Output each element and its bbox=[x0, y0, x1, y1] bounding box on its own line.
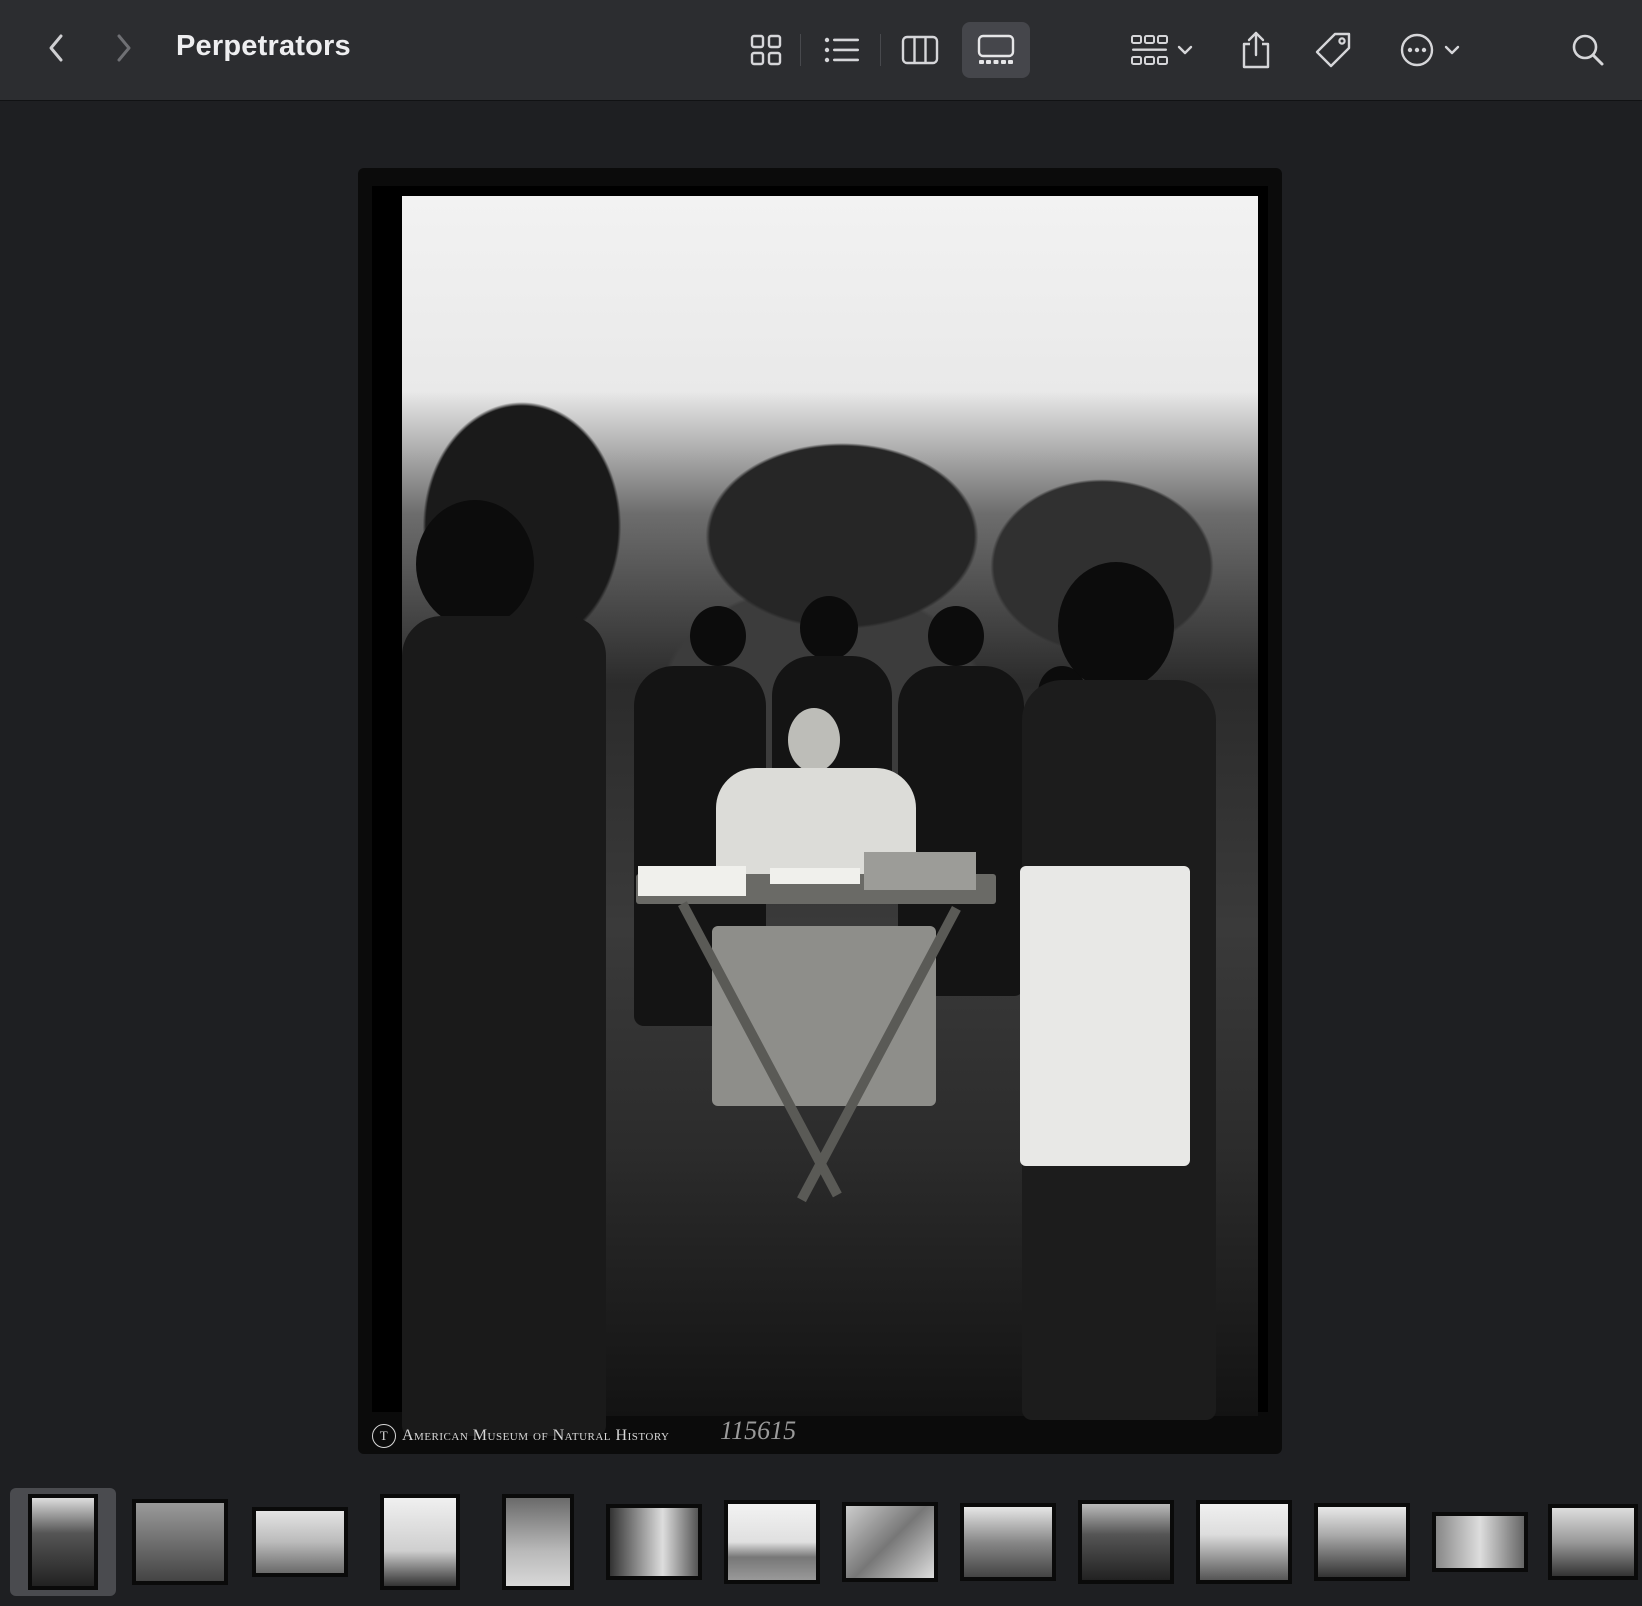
preview-pane: T American Museum of Natural History 115… bbox=[0, 102, 1642, 1482]
thumbnail-image bbox=[502, 1494, 574, 1590]
gallery-view-button[interactable] bbox=[962, 22, 1030, 78]
thumbnail[interactable] bbox=[1194, 1488, 1294, 1596]
photo-figure bbox=[416, 500, 534, 628]
photo-white-cloth bbox=[1020, 866, 1190, 1166]
photo-paper bbox=[770, 868, 860, 884]
thumbnail-image bbox=[960, 1503, 1056, 1581]
thumbnail[interactable] bbox=[1076, 1488, 1176, 1596]
thumbnail-image bbox=[1196, 1500, 1292, 1584]
thumbnail[interactable] bbox=[722, 1488, 822, 1596]
thumbnail-image bbox=[380, 1494, 460, 1590]
chevron-down-icon bbox=[1444, 45, 1460, 55]
forward-button[interactable] bbox=[104, 26, 144, 70]
toolbar-divider bbox=[880, 34, 881, 66]
share-icon bbox=[1242, 31, 1270, 69]
caption-text: American Museum of Natural History bbox=[402, 1427, 670, 1444]
thumbnail-image bbox=[28, 1494, 98, 1590]
list-view-button[interactable] bbox=[814, 24, 870, 76]
photo-figure bbox=[800, 596, 858, 660]
photo-figure bbox=[402, 616, 606, 1436]
chevron-left-icon bbox=[49, 34, 63, 62]
thumbnail[interactable] bbox=[958, 1488, 1058, 1596]
photo-figure bbox=[1058, 562, 1174, 690]
thumbnail[interactable] bbox=[1548, 1488, 1642, 1596]
thumbnail[interactable] bbox=[130, 1488, 230, 1596]
thumbnail-image bbox=[132, 1499, 228, 1585]
photo-figure bbox=[788, 708, 840, 772]
photo-paper bbox=[638, 866, 746, 896]
thumbnail-image bbox=[724, 1500, 820, 1584]
column-view-button[interactable] bbox=[892, 24, 948, 76]
thumbnail-image bbox=[1078, 1500, 1174, 1584]
thumbnail-image bbox=[1432, 1512, 1528, 1572]
negative-number: 115615 bbox=[720, 1416, 797, 1445]
thumbnail-image bbox=[606, 1504, 702, 1580]
thumbnail[interactable] bbox=[840, 1488, 940, 1596]
thumbnail-image bbox=[1548, 1504, 1638, 1580]
group-by-icon bbox=[1131, 35, 1168, 65]
gallery-icon bbox=[977, 34, 1015, 64]
icon-view-button[interactable] bbox=[740, 24, 792, 76]
search-icon bbox=[1572, 34, 1604, 66]
thumbnail[interactable] bbox=[250, 1488, 350, 1596]
columns-icon bbox=[901, 35, 939, 65]
photo-figure bbox=[690, 606, 746, 666]
thumbnail-image bbox=[842, 1502, 938, 1582]
more-actions-icon bbox=[1400, 33, 1434, 67]
photo-books bbox=[864, 852, 976, 890]
thumbnail[interactable] bbox=[1430, 1488, 1530, 1596]
photograph bbox=[372, 186, 1268, 1436]
search-button[interactable] bbox=[1564, 26, 1612, 74]
museum-logo-icon: T bbox=[372, 1424, 396, 1448]
toolbar-divider bbox=[800, 34, 801, 66]
grid-icon bbox=[750, 34, 782, 66]
thumbnail-image bbox=[252, 1507, 348, 1577]
group-by-button[interactable] bbox=[1122, 24, 1202, 76]
window-title: Perpetrators bbox=[176, 30, 351, 62]
toolbar: Perpetrators bbox=[0, 0, 1642, 101]
tag-icon bbox=[1315, 32, 1351, 68]
thumbnail[interactable] bbox=[604, 1488, 704, 1596]
photo-preview[interactable]: T American Museum of Natural History 115… bbox=[358, 168, 1282, 1454]
thumbnail[interactable] bbox=[500, 1488, 576, 1596]
photo-figure bbox=[928, 606, 984, 666]
chevron-down-icon bbox=[1177, 45, 1193, 55]
list-icon bbox=[824, 37, 859, 63]
thumbnail[interactable] bbox=[1312, 1488, 1412, 1596]
tag-button[interactable] bbox=[1306, 24, 1360, 76]
thumbnail[interactable] bbox=[378, 1488, 462, 1596]
chevron-right-icon bbox=[117, 34, 131, 62]
back-button[interactable] bbox=[36, 26, 76, 70]
photo-caption: T American Museum of Natural History bbox=[372, 1424, 670, 1448]
thumbnail-image bbox=[1314, 1503, 1410, 1581]
share-button[interactable] bbox=[1230, 22, 1282, 78]
thumbnail[interactable] bbox=[10, 1488, 116, 1596]
filmstrip bbox=[0, 1482, 1642, 1606]
more-actions-button[interactable] bbox=[1390, 24, 1470, 76]
